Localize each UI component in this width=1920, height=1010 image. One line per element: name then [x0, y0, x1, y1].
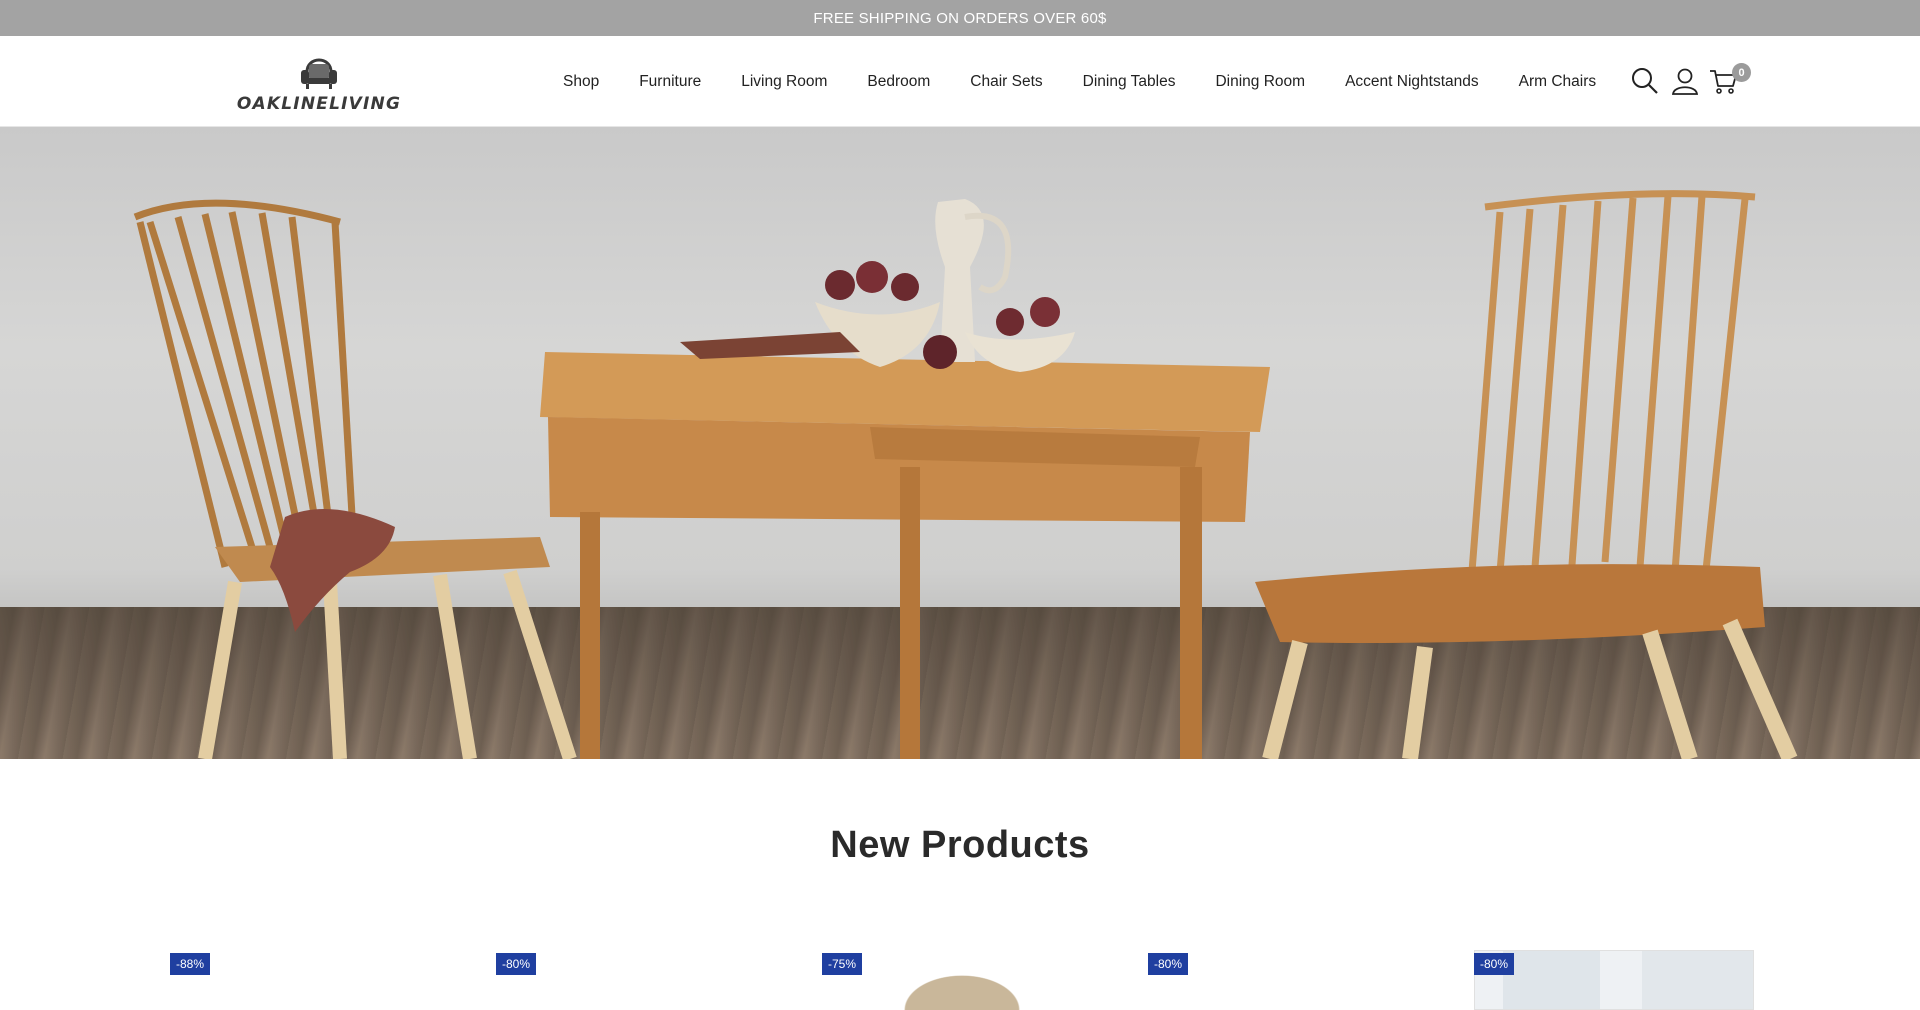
- discount-badge: -80%: [496, 953, 537, 975]
- product-card[interactable]: -80%: [496, 950, 796, 1010]
- discount-badge: -80%: [1474, 953, 1515, 975]
- discount-badge: -75%: [822, 953, 863, 975]
- hero-scene-illustration: [133, 190, 1798, 759]
- nav-item-dining-tables[interactable]: Dining Tables: [1083, 73, 1176, 91]
- search-icon[interactable]: [1630, 66, 1660, 96]
- product-card[interactable]: -88%: [170, 950, 470, 1010]
- product-image: [862, 950, 1062, 1010]
- product-image: [1474, 950, 1754, 1010]
- main-nav: Shop Furniture Living Room Bedroom Chair…: [563, 36, 1596, 127]
- nav-item-living-room[interactable]: Living Room: [741, 73, 827, 91]
- armchair-logo-icon: [301, 58, 337, 89]
- hero-banner-image[interactable]: [0, 127, 1920, 759]
- nav-item-bedroom[interactable]: Bedroom: [867, 73, 930, 91]
- brand-name: OAKLINELIVING: [236, 94, 402, 114]
- discount-badge: -88%: [170, 953, 211, 975]
- announcement-bar: FREE SHIPPING ON ORDERS OVER 60$: [0, 0, 1920, 36]
- announcement-text: FREE SHIPPING ON ORDERS OVER 60$: [813, 9, 1107, 27]
- section-title: New Products: [830, 824, 1090, 866]
- nav-item-accent-nightstands[interactable]: Accent Nightstands: [1345, 73, 1479, 91]
- site-header: OAKLINELIVING Shop Furniture Living Room…: [0, 36, 1920, 127]
- product-card[interactable]: -80%: [1474, 950, 1774, 1010]
- user-icon[interactable]: [1670, 66, 1700, 96]
- cart-count-badge: 0: [1732, 63, 1751, 82]
- product-grid: -88% -80% -75% -80% -80%: [0, 950, 1920, 1010]
- product-card[interactable]: -80%: [1148, 950, 1448, 1010]
- nav-item-dining-room[interactable]: Dining Room: [1215, 73, 1305, 91]
- nav-item-furniture[interactable]: Furniture: [639, 73, 701, 91]
- nav-item-arm-chairs[interactable]: Arm Chairs: [1519, 73, 1597, 91]
- discount-badge: -80%: [1148, 953, 1189, 975]
- brand-logo[interactable]: OAKLINELIVING: [233, 50, 405, 114]
- nav-item-shop[interactable]: Shop: [563, 73, 599, 91]
- nav-item-chair-sets[interactable]: Chair Sets: [970, 73, 1042, 91]
- product-card[interactable]: -75%: [822, 950, 1122, 1010]
